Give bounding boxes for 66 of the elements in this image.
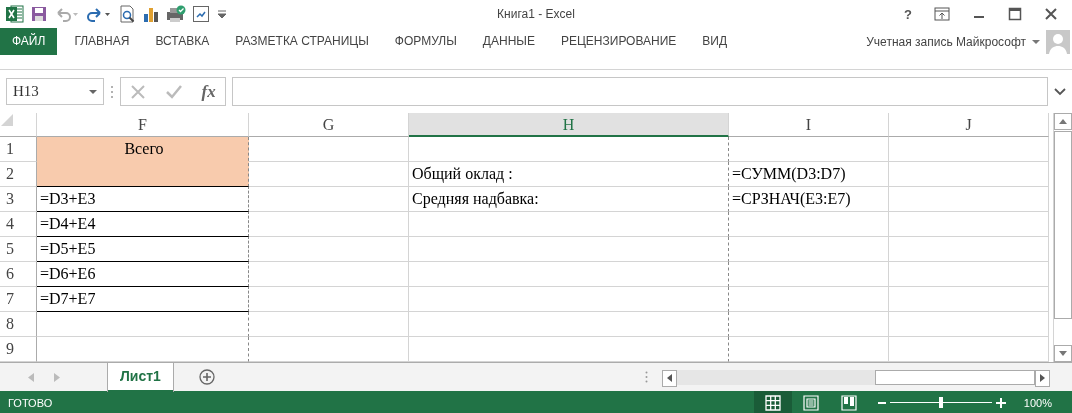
table-cell: =СУММ(D3:D7) <box>729 162 889 187</box>
table-cell: =D5+E5 <box>37 236 249 262</box>
expand-caret-icon[interactable] <box>1054 87 1066 96</box>
ribbon-tab[interactable]: ВСТАВКА <box>142 28 223 55</box>
right-arrow-icon[interactable] <box>1040 374 1045 382</box>
caret-icon[interactable] <box>1032 37 1040 46</box>
ribbon-tab[interactable]: ФОРМУЛЫ <box>381 28 470 55</box>
row-header[interactable]: 4 <box>0 212 37 237</box>
zoom-in-icon[interactable] <box>995 397 1006 408</box>
grip-icon <box>645 371 648 383</box>
table-cell: =D4+E4 <box>37 211 249 237</box>
insert-function-button[interactable]: fx <box>201 81 216 102</box>
row-header[interactable]: 2 <box>0 162 37 187</box>
close-icon[interactable] <box>1044 7 1058 21</box>
column-header[interactable]: H <box>409 113 729 137</box>
ribbon-display-icon[interactable] <box>934 7 950 21</box>
grid-icon[interactable] <box>764 394 781 411</box>
redo-icon[interactable] <box>86 5 112 23</box>
table-cell: =D6+E6 <box>37 261 249 287</box>
add-sheet-icon[interactable] <box>198 369 215 385</box>
row-header[interactable]: 5 <box>0 237 37 262</box>
table-cell: Средняя надбавка: <box>409 187 729 212</box>
sheet-tab[interactable]: Лист1 <box>108 362 173 392</box>
ribbon-tab[interactable]: РАЗМЕТКА СТРАНИЦЫ <box>222 28 382 55</box>
ribbon-tab[interactable]: ВИД <box>689 28 741 55</box>
down-arrow-icon[interactable] <box>1059 351 1067 356</box>
table-cell: =D7+E7 <box>37 286 249 312</box>
column-header[interactable]: I <box>729 113 889 137</box>
picture-frame-icon[interactable] <box>192 5 210 23</box>
file-tab[interactable]: ФАЙЛ <box>0 28 58 55</box>
dropdown-icon[interactable] <box>89 88 97 95</box>
page-icon[interactable] <box>802 394 819 411</box>
maximize-icon[interactable] <box>1008 7 1022 21</box>
printer-check-icon[interactable] <box>166 5 186 23</box>
table-cell: =СРЗНАЧ(E3:E7) <box>729 187 889 212</box>
up-arrow-icon[interactable] <box>1059 119 1067 124</box>
check-icon[interactable] <box>164 83 183 100</box>
row-header[interactable]: 6 <box>0 262 37 287</box>
name-box[interactable]: H13 <box>6 78 104 105</box>
save-icon[interactable] <box>30 5 48 23</box>
vertical-scrollbar[interactable] <box>1053 113 1072 362</box>
ribbon-tab[interactable]: РЕЦЕНЗИРОВАНИЕ <box>547 28 690 55</box>
excel-logo-icon[interactable] <box>6 5 24 23</box>
account-name[interactable]: Учетная запись Майкрософт <box>866 34 1026 49</box>
table-cell: Всего <box>37 137 249 187</box>
window-title: Книга1 - Excel <box>497 7 575 21</box>
columns-icon[interactable] <box>840 394 857 411</box>
bar-chart-icon[interactable] <box>142 5 160 23</box>
formula-input[interactable] <box>232 77 1048 106</box>
help-button[interactable]: ? <box>896 6 920 22</box>
row-header[interactable]: 3 <box>0 187 37 212</box>
ribbon-tab[interactable]: ДАННЫЕ <box>469 28 548 55</box>
left-arrow-icon[interactable] <box>667 374 672 382</box>
table-cell: Общий оклад : <box>409 162 729 187</box>
column-header[interactable]: J <box>889 113 1049 137</box>
status-text: ГОТОВО <box>7 396 53 409</box>
row-header[interactable]: 8 <box>0 312 37 337</box>
slider-thumb[interactable] <box>938 397 943 408</box>
row-header[interactable]: 7 <box>0 287 37 312</box>
ribbon-tab[interactable]: ГЛАВНАЯ <box>61 28 143 55</box>
view-button[interactable] <box>753 391 792 413</box>
zoom-level[interactable]: 100% <box>1005 396 1072 409</box>
grip-icon <box>110 84 114 99</box>
table-cell: =D3+E3 <box>37 186 249 212</box>
print-preview-icon[interactable] <box>118 5 136 23</box>
horizontal-scrollbar[interactable] <box>662 369 1050 385</box>
